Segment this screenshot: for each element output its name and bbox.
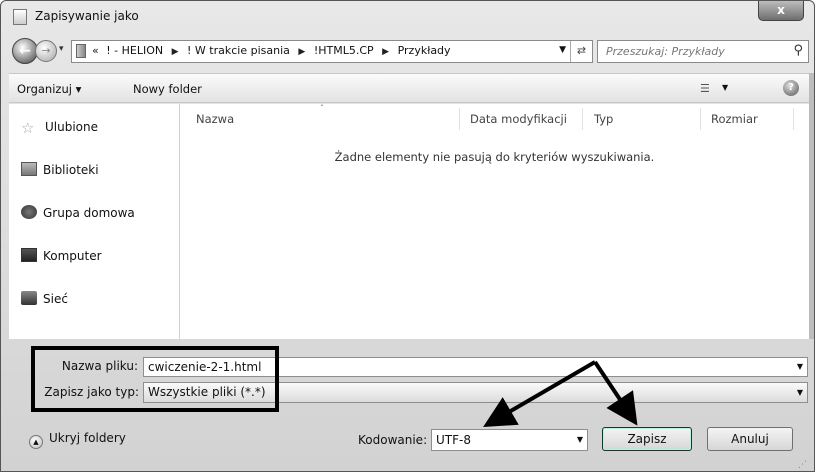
address-bar[interactable]: « ! - HELION ▶ ! W trakcie pisania ▶ !HT… xyxy=(71,40,593,63)
save-as-dialog: Zapisywanie jako x ← → ▾ « ! - HELION ▶ … xyxy=(0,0,815,472)
view-options-icon[interactable]: ☰ xyxy=(700,82,710,95)
network-icon xyxy=(21,291,37,305)
hide-folders-label: Ukryj foldery xyxy=(49,431,126,445)
chevron-down-icon[interactable]: ▼ xyxy=(722,83,728,92)
breadcrumb[interactable]: « ! - HELION ▶ ! W trakcie pisania ▶ !HT… xyxy=(92,44,451,57)
sidebar-item-label: Grupa domowa xyxy=(43,206,135,220)
close-button[interactable]: x xyxy=(758,1,804,21)
sidebar-item-favorites[interactable]: ☆ Ulubione xyxy=(21,119,98,139)
chevron-down-icon[interactable]: ▼ xyxy=(577,430,583,450)
save-button[interactable]: Zapisz xyxy=(602,427,692,451)
new-folder-button[interactable]: Nowy folder xyxy=(133,82,202,96)
column-header-date[interactable]: Data modyfikacji xyxy=(470,112,567,126)
breadcrumb-separator-icon[interactable]: ▶ xyxy=(172,47,179,57)
cancel-button[interactable]: Anuluj xyxy=(707,427,793,451)
encoding-select[interactable]: UTF-8 ▼ xyxy=(431,429,588,451)
help-icon[interactable]: ? xyxy=(783,80,799,96)
chevron-up-icon: ▲ xyxy=(29,435,43,449)
window-icon xyxy=(13,9,27,25)
command-bar: Organizuj ▾ Nowy folder ☰ ▼ ? xyxy=(9,73,809,103)
resize-grip-icon[interactable]: ⋰ xyxy=(798,460,807,470)
navigation-row: ← → ▾ « ! - HELION ▶ ! W trakcie pisania… xyxy=(9,37,809,65)
organize-button[interactable]: Organizuj ▾ xyxy=(17,82,81,96)
breadcrumb-item[interactable]: ! W trakcie pisania xyxy=(187,44,290,57)
column-header-size[interactable]: Rozmiar xyxy=(711,112,758,126)
sidebar-item-label: Biblioteki xyxy=(43,163,99,177)
breadcrumb-separator-icon[interactable]: ▶ xyxy=(382,47,389,57)
chevron-down-icon[interactable]: ▼ xyxy=(797,358,803,376)
sidebar-item-label: Sieć xyxy=(43,292,68,306)
star-icon: ☆ xyxy=(21,119,35,137)
chevron-down-icon[interactable]: ▼ xyxy=(797,383,803,402)
sort-arrow-icon: ˆ xyxy=(320,104,324,113)
file-list: ˆ Nazwa Data modyfikacji Typ Rozmiar Żad… xyxy=(180,104,809,339)
computer-icon xyxy=(21,248,37,262)
filetype-label: Zapisz jako typ: xyxy=(44,385,139,399)
sidebar-item-network[interactable]: Sieć xyxy=(21,291,68,311)
refresh-icon[interactable]: ⇄ xyxy=(570,41,592,62)
filename-label: Nazwa pliku: xyxy=(61,359,138,373)
filetype-select[interactable]: Wszystkie pliki (*.*) ▼ xyxy=(143,382,808,403)
folder-icon xyxy=(76,44,86,58)
window-title: Zapisywanie jako xyxy=(35,9,139,23)
forward-button[interactable]: → xyxy=(35,40,57,62)
encoding-label: Kodowanie: xyxy=(358,433,428,447)
navigation-pane: ☆ Ulubione Biblioteki Grupa domowa Komput… xyxy=(9,104,179,339)
column-divider[interactable] xyxy=(793,108,794,130)
window-border xyxy=(809,73,814,339)
filename-value[interactable]: cwiczenie-2-1.html xyxy=(148,360,261,374)
sidebar-item-homegroup[interactable]: Grupa domowa xyxy=(21,205,135,225)
history-dropdown-icon[interactable]: ▾ xyxy=(59,44,64,54)
breadcrumb-separator-icon[interactable]: ▶ xyxy=(298,47,305,57)
sidebar-item-libraries[interactable]: Biblioteki xyxy=(21,162,99,182)
library-icon xyxy=(21,162,37,176)
sidebar-item-computer[interactable]: Komputer xyxy=(21,248,102,268)
breadcrumb-item[interactable]: Przykłady xyxy=(398,44,451,57)
search-box[interactable]: Przeszukaj: Przykłady ⚲ xyxy=(597,40,809,63)
address-dropdown-icon[interactable]: ▼ xyxy=(559,45,566,55)
search-icon[interactable]: ⚲ xyxy=(793,43,803,58)
column-header-type[interactable]: Typ xyxy=(594,112,613,126)
column-header-name[interactable]: Nazwa xyxy=(196,112,234,126)
breadcrumb-item[interactable]: !HTML5.CP xyxy=(314,44,374,57)
empty-message: Żadne elementy nie pasują do kryteriów w… xyxy=(334,150,655,164)
filetype-value[interactable]: Wszystkie pliki (*.*) xyxy=(148,385,266,399)
encoding-value[interactable]: UTF-8 xyxy=(436,433,471,447)
sidebar-item-label: Ulubione xyxy=(45,120,99,134)
title-bar: Zapisywanie jako x xyxy=(1,1,814,33)
column-divider[interactable] xyxy=(459,108,460,130)
search-input[interactable]: Przeszukaj: Przykłady xyxy=(606,45,725,58)
sidebar-item-label: Komputer xyxy=(43,249,102,263)
column-divider[interactable] xyxy=(700,108,701,130)
breadcrumb-item[interactable]: ! - HELION xyxy=(106,44,163,57)
filename-field[interactable]: cwiczenie-2-1.html ▼ xyxy=(143,357,808,377)
homegroup-icon xyxy=(21,205,37,219)
breadcrumb-overflow[interactable]: « xyxy=(92,44,99,57)
hide-folders-button[interactable]: ▲ Ukryj foldery xyxy=(29,431,126,449)
column-divider[interactable] xyxy=(582,108,583,130)
